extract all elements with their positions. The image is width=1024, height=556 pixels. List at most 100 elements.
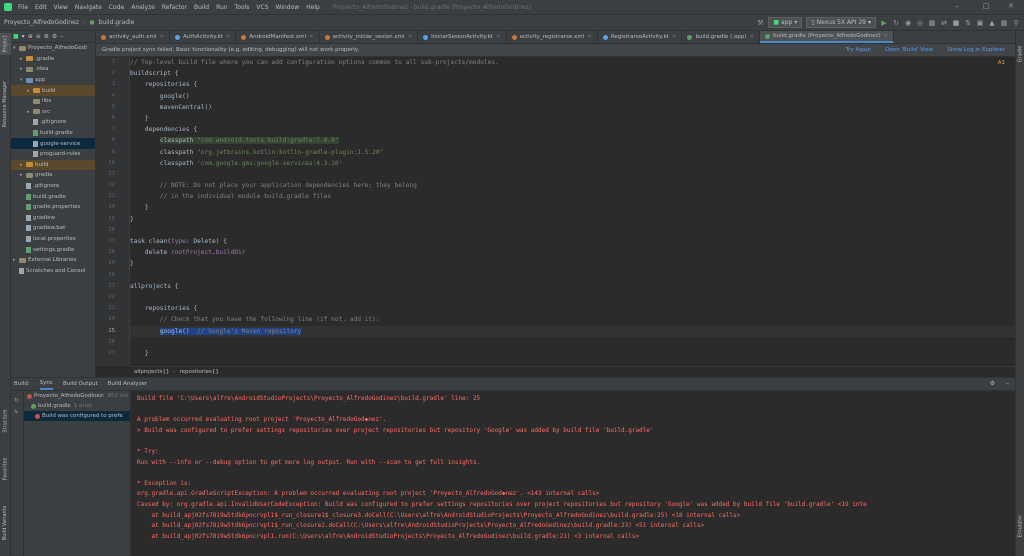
- editor-tab[interactable]: activity_registrarse.xml ×: [507, 31, 598, 43]
- sdk-manager-icon[interactable]: ▲: [988, 19, 996, 27]
- close-tab-icon[interactable]: ×: [309, 34, 314, 40]
- show-log-link[interactable]: Show Log in Explorer: [947, 47, 1005, 53]
- apply-changes-icon[interactable]: ⇄: [940, 19, 948, 27]
- profile-icon[interactable]: ◎: [916, 19, 924, 27]
- menu-item-code[interactable]: Code: [109, 4, 124, 11]
- tool-tab-build-variants[interactable]: Build Variants: [0, 497, 11, 549]
- close-tab-icon[interactable]: ×: [408, 34, 413, 40]
- menu-item-navigate[interactable]: Navigate: [75, 4, 102, 11]
- run-config-select[interactable]: ■ app ▾: [768, 17, 803, 28]
- avd-manager-icon[interactable]: ▣: [976, 19, 984, 27]
- build-tree-item[interactable]: build.gradle 1 error: [24, 401, 130, 411]
- tree-item[interactable]: ▸ src: [11, 107, 95, 118]
- breadcrumb-allprojects[interactable]: allprojects{}: [134, 369, 169, 375]
- tree-item[interactable]: gradle.properties: [11, 202, 95, 213]
- tree-item[interactable]: .gitignore: [11, 181, 95, 192]
- rerun-icon[interactable]: ↻: [892, 19, 900, 27]
- tool-tab-emulator[interactable]: Emulator: [1016, 501, 1024, 551]
- minimize-icon[interactable]: –: [955, 2, 959, 10]
- tree-item[interactable]: settings.gradle: [11, 244, 95, 255]
- rerun-icon[interactable]: ↻: [14, 395, 20, 407]
- layout-inspector-icon[interactable]: ▦: [1000, 19, 1008, 27]
- attach-debugger-icon[interactable]: ▩: [928, 19, 936, 27]
- debug-icon[interactable]: ◉: [904, 19, 912, 27]
- tree-item[interactable]: local.properties: [11, 234, 95, 245]
- sync-gradle-icon[interactable]: ⇅: [964, 19, 972, 27]
- run-icon[interactable]: ▶: [880, 19, 888, 27]
- build-tree-item[interactable]: Proyecto_AlfredoGodinez: 852 ms: [24, 391, 130, 401]
- menu-item-view[interactable]: View: [54, 4, 68, 11]
- menu-item-tools[interactable]: Tools: [235, 4, 250, 11]
- tree-item[interactable]: ▸ gradle: [11, 170, 95, 181]
- tree-item[interactable]: ▸ build: [11, 159, 95, 171]
- tool-tab-resource-manager[interactable]: Resource Manager: [0, 69, 11, 139]
- menu-item-run[interactable]: Run: [216, 4, 228, 11]
- close-tab-icon[interactable]: ×: [226, 34, 231, 40]
- tree-item[interactable]: ▸ .idea: [11, 64, 95, 75]
- tree-item[interactable]: ▸ build: [11, 85, 95, 96]
- tool-tab-gradle[interactable]: Gradle: [1016, 39, 1024, 69]
- menu-item-build[interactable]: Build: [194, 4, 209, 11]
- breadcrumb-project[interactable]: Proyecto_AlfredoGodinez: [4, 19, 79, 26]
- editor-tab[interactable]: activity_auth.xml ×: [96, 31, 171, 43]
- android-view-icon[interactable]: ■: [13, 33, 19, 40]
- build-tree-item[interactable]: Build was configured to prefe: [24, 411, 130, 421]
- close-tab-icon[interactable]: ×: [496, 34, 501, 40]
- gear-icon[interactable]: ⚙: [990, 380, 995, 387]
- pin-icon[interactable]: ✎: [14, 407, 20, 419]
- breadcrumb-repositories[interactable]: repositories{}: [180, 369, 219, 375]
- stop-icon[interactable]: ■: [952, 19, 960, 27]
- locate-icon[interactable]: ⊕: [28, 33, 33, 40]
- menu-item-help[interactable]: Help: [306, 4, 320, 11]
- tree-item[interactable]: build.gradle: [11, 128, 95, 139]
- collapse-all-icon[interactable]: ≡: [36, 33, 41, 40]
- expand-all-icon[interactable]: ≣: [44, 33, 49, 40]
- close-tab-icon[interactable]: ×: [672, 34, 677, 40]
- menu-item-refactor[interactable]: Refactor: [162, 4, 187, 11]
- menu-item-file[interactable]: File: [18, 4, 28, 11]
- hide-icon[interactable]: –: [1006, 380, 1009, 387]
- hide-icon[interactable]: –: [60, 33, 63, 40]
- device-select[interactable]: ▯ Nexus 5X API 29 ▾: [806, 17, 876, 28]
- tab-sync[interactable]: Sync: [39, 378, 53, 390]
- menu-item-edit[interactable]: Edit: [35, 4, 47, 11]
- close-icon[interactable]: ✕: [1008, 2, 1014, 10]
- tab-build-output[interactable]: Build Output: [63, 379, 98, 389]
- menu-item-window[interactable]: Window: [276, 4, 300, 11]
- hammer-icon[interactable]: ⚒: [756, 19, 764, 27]
- build-console[interactable]: Build file 'C:\Users\alfre\AndroidStudio…: [131, 391, 1015, 556]
- tree-item[interactable]: .gitignore: [11, 117, 95, 128]
- editor-tab[interactable]: AuthActivity.kt ×: [170, 31, 237, 43]
- editor-tab[interactable]: IniciarSesionActivity.kt ×: [418, 31, 507, 43]
- editor-tab[interactable]: build.gradle (Proyecto_AlfredoGodinez) ×: [760, 31, 895, 43]
- tree-item[interactable]: gradlew.bat: [11, 223, 95, 234]
- try-again-link[interactable]: Try Again: [846, 47, 871, 53]
- tool-tab-project[interactable]: Project: [0, 33, 11, 55]
- tree-item[interactable]: ▸ .gradle: [11, 54, 95, 65]
- menu-item-analyze[interactable]: Analyze: [131, 4, 155, 11]
- breadcrumb-file[interactable]: build.gradle: [99, 19, 135, 26]
- code-editor[interactable]: // Top-level build file where you can ad…: [130, 57, 1015, 366]
- tab-build-analyzer[interactable]: Build Analyzer: [108, 379, 148, 389]
- open-build-view-link[interactable]: Open 'Build' View: [885, 47, 933, 53]
- gear-icon[interactable]: ⚙: [52, 33, 57, 40]
- chevron-down-icon[interactable]: ▾: [22, 33, 25, 40]
- tree-item[interactable]: google-service: [11, 138, 95, 149]
- maximize-icon[interactable]: □: [983, 2, 990, 10]
- close-tab-icon[interactable]: ×: [587, 34, 592, 40]
- tree-item[interactable]: Scratches and Consol: [11, 265, 95, 276]
- tree-item[interactable]: ▾ app: [11, 75, 95, 86]
- close-tab-icon[interactable]: ×: [750, 34, 755, 40]
- inspection-indicator[interactable]: A1: [998, 60, 1005, 66]
- editor-tab[interactable]: activity_iniciar_sesion.xml ×: [320, 31, 419, 43]
- tree-item[interactable]: ▸ External Libraries: [11, 255, 95, 266]
- tree-item[interactable]: proguard-rules: [11, 149, 95, 160]
- search-icon[interactable]: ⚲: [1012, 19, 1020, 27]
- menu-item-vcs[interactable]: VCS: [256, 4, 268, 11]
- close-tab-icon[interactable]: ×: [159, 34, 164, 40]
- editor-tab[interactable]: RegistrarseActivity.kt ×: [598, 31, 683, 43]
- tree-item[interactable]: gradlew: [11, 213, 95, 224]
- tree-item[interactable]: libs: [11, 96, 95, 107]
- editor-tab[interactable]: AndroidManifest.xml ×: [236, 31, 320, 43]
- tree-item[interactable]: build.gradle: [11, 191, 95, 202]
